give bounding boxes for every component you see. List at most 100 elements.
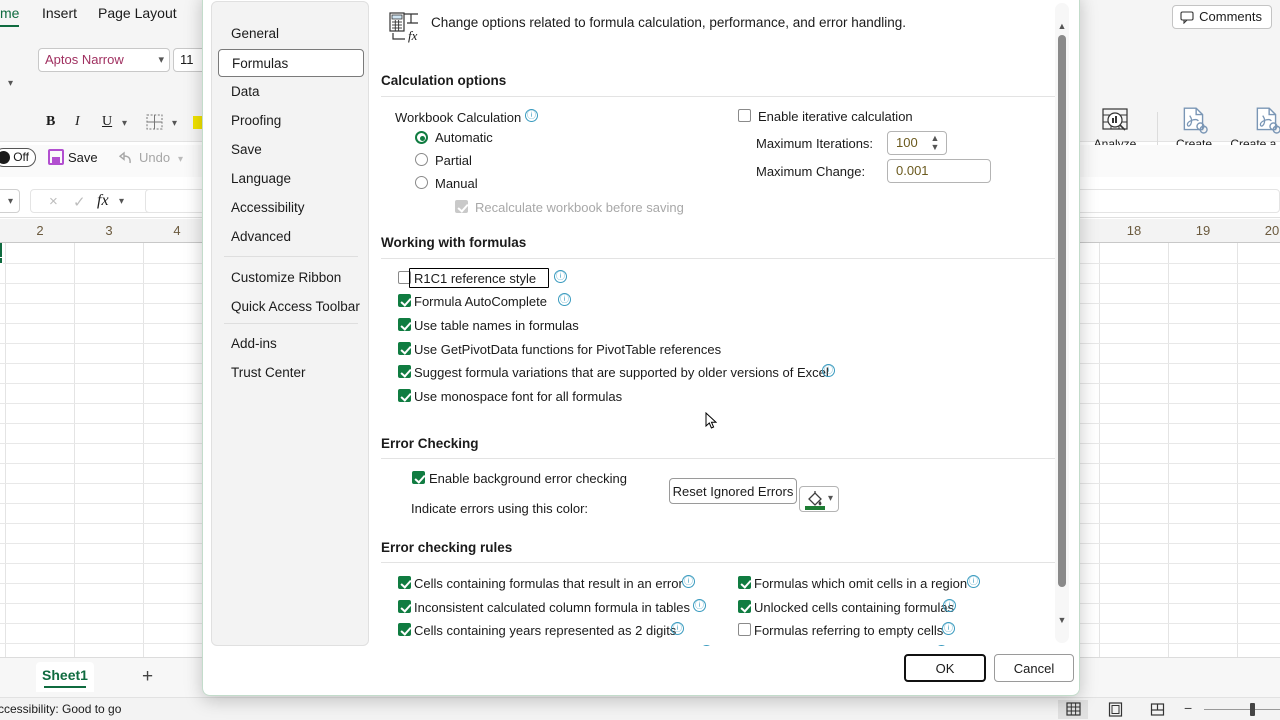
checkbox-cells-formulas-error[interactable] (398, 576, 411, 589)
checkbox-use-monospace-font[interactable] (398, 389, 411, 402)
checkbox-enable-iterative-calculation[interactable] (738, 109, 751, 122)
use-getpivotdata-label[interactable]: Use GetPivotData functions for PivotTabl… (414, 342, 721, 357)
checkbox-years-2-digits[interactable] (398, 623, 411, 636)
unlocked-cells-formulas-info-icon[interactable]: ⓘ (943, 599, 956, 612)
nav-item-general[interactable]: General (218, 20, 364, 48)
zoom-out-button[interactable]: − (1184, 700, 1192, 716)
workbook-calculation-info-icon[interactable]: ⓘ (525, 109, 538, 122)
nav-item-data[interactable]: Data (218, 78, 364, 106)
nav-item-customize-ribbon[interactable]: Customize Ribbon (218, 264, 364, 292)
inconsistent-column-formula-label[interactable]: Inconsistent calculated column formula i… (414, 600, 690, 615)
cells-formulas-error-info-icon[interactable]: ⓘ (682, 575, 695, 588)
formulas-empty-cells-label[interactable]: Formulas referring to empty cells (754, 623, 943, 638)
nav-item-language[interactable]: Language (218, 165, 364, 193)
accessibility-status[interactable]: Accessibility: Good to go (0, 702, 121, 716)
column-header-3[interactable]: 3 (86, 223, 132, 238)
formula-autocomplete-info-icon[interactable]: ⓘ (558, 293, 571, 306)
maximum-iterations-spinner[interactable]: ▲ ▼ (930, 134, 940, 152)
column-header-20[interactable]: 20 (1249, 223, 1280, 238)
checkbox-unlocked-cells-formulas[interactable] (738, 600, 751, 613)
fx-chevron-down-icon[interactable]: ▾ (119, 196, 124, 207)
checkbox-formulas-omit-cells[interactable] (738, 576, 751, 589)
cancel-formula-icon[interactable]: × (49, 193, 58, 210)
bold-button[interactable]: B (46, 114, 55, 130)
r1c1-reference-style-label[interactable]: R1C1 reference style (414, 271, 536, 286)
cells-formulas-error-label[interactable]: Cells containing formulas that result in… (414, 576, 683, 591)
years-2-digits-info-icon[interactable]: ⓘ (671, 622, 684, 635)
underline-button[interactable]: U (102, 114, 112, 130)
inconsistent-column-formula-info-icon[interactable]: ⓘ (693, 599, 706, 612)
checkbox-formula-autocomplete[interactable] (398, 294, 411, 307)
column-header-4[interactable]: 4 (154, 223, 200, 238)
normal-view-button[interactable] (1058, 700, 1088, 719)
ribbon-tab-home[interactable]: me (0, 5, 20, 27)
nav-item-quick-access-toolbar[interactable]: Quick Access Toolbar (218, 293, 364, 321)
save-button-label[interactable]: Save (68, 150, 98, 165)
scroll-up-arrow-icon[interactable]: ▲ (1057, 21, 1067, 31)
checkbox-use-getpivotdata[interactable] (398, 342, 411, 355)
checkbox-formulas-empty-cells[interactable] (738, 623, 751, 636)
checkbox-inconsistent-column-formula[interactable] (398, 600, 411, 613)
font-name-input[interactable]: Aptos Narrow ▾ (38, 48, 170, 72)
dialog-scrollbar[interactable]: ▲ ▼ (1055, 3, 1069, 643)
radio-automatic[interactable] (415, 131, 428, 144)
page-break-view-button[interactable] (1142, 700, 1172, 719)
error-indicator-color-button[interactable]: ▾ (799, 486, 839, 512)
radio-partial[interactable] (415, 153, 428, 166)
enable-background-error-checking-label[interactable]: Enable background error checking (429, 471, 627, 486)
nav-item-advanced[interactable]: Advanced (218, 223, 364, 251)
font-name-chevron-down-icon[interactable]: ▾ (158, 53, 164, 66)
column-header-18[interactable]: 18 (1111, 223, 1157, 238)
radio-automatic-label[interactable]: Automatic (435, 130, 493, 145)
formulas-omit-cells-label[interactable]: Formulas which omit cells in a region (754, 576, 967, 591)
maximum-iterations-input[interactable]: 100 ▲ ▼ (887, 131, 947, 155)
formulas-omit-cells-info-icon[interactable]: ⓘ (967, 575, 980, 588)
underline-chevron-down-icon[interactable]: ▾ (122, 118, 127, 129)
checkbox-enable-background-error-checking[interactable] (412, 471, 425, 484)
confirm-formula-icon[interactable]: ✓ (73, 193, 86, 211)
nav-item-formulas[interactable]: Formulas (218, 49, 364, 77)
color-chevron-down-icon[interactable]: ▾ (828, 493, 833, 504)
ok-button[interactable]: OK (904, 654, 986, 682)
ribbon-tab-page-layout[interactable]: Page Layout (98, 5, 177, 21)
years-2-digits-label[interactable]: Cells containing years represented as 2 … (414, 623, 676, 638)
formulas-empty-cells-info-icon[interactable]: ⓘ (942, 622, 955, 635)
checkbox-suggest-formula-variations[interactable] (398, 365, 411, 378)
sheet-tab-sheet1[interactable]: Sheet1 (36, 662, 94, 692)
borders-chevron-down-icon[interactable]: ▾ (172, 118, 177, 129)
cancel-button[interactable]: Cancel (994, 654, 1074, 682)
nav-item-add-ins[interactable]: Add-ins (218, 330, 364, 358)
zoom-slider[interactable] (1204, 709, 1280, 710)
use-monospace-font-label[interactable]: Use monospace font for all formulas (414, 389, 622, 404)
insert-function-icon[interactable]: fx (97, 192, 109, 210)
nav-item-save[interactable]: Save (218, 136, 364, 164)
checkbox-use-table-names[interactable] (398, 318, 411, 331)
name-box-chevron-down-icon[interactable]: ▾ (8, 196, 13, 207)
column-header-19[interactable]: 19 (1180, 223, 1226, 238)
suggest-formula-variations-info-icon[interactable]: ⓘ (822, 364, 835, 377)
unlocked-cells-formulas-label[interactable]: Unlocked cells containing formulas (754, 600, 954, 615)
r1c1-info-icon[interactable]: ⓘ (554, 270, 567, 283)
radio-manual[interactable] (415, 176, 428, 189)
fill-handle[interactable] (0, 257, 3, 264)
zoom-slider-thumb[interactable] (1250, 703, 1255, 716)
maximum-change-input[interactable]: 0.001 (887, 159, 991, 183)
page-layout-view-button[interactable] (1100, 700, 1130, 719)
reset-ignored-errors-button[interactable]: Reset Ignored Errors (669, 478, 797, 504)
comments-button[interactable]: Comments (1172, 5, 1272, 29)
borders-icon[interactable] (146, 114, 163, 130)
enable-iterative-calculation-label[interactable]: Enable iterative calculation (758, 109, 913, 124)
ribbon-overflow-chevron-icon[interactable]: ▾ (8, 78, 13, 89)
radio-partial-label[interactable]: Partial (435, 153, 472, 168)
nav-item-accessibility[interactable]: Accessibility (218, 194, 364, 222)
scrollbar-thumb[interactable] (1058, 35, 1066, 587)
scroll-down-arrow-icon[interactable]: ▼ (1057, 615, 1067, 625)
radio-manual-label[interactable]: Manual (435, 176, 478, 191)
italic-button[interactable]: I (75, 114, 80, 130)
nav-item-trust-center[interactable]: Trust Center (218, 359, 364, 387)
add-sheet-icon[interactable]: + (142, 666, 153, 688)
use-table-names-label[interactable]: Use table names in formulas (414, 318, 579, 333)
column-header-2[interactable]: 2 (17, 223, 63, 238)
suggest-formula-variations-label[interactable]: Suggest formula variations that are supp… (414, 365, 829, 380)
save-icon[interactable] (48, 149, 64, 165)
